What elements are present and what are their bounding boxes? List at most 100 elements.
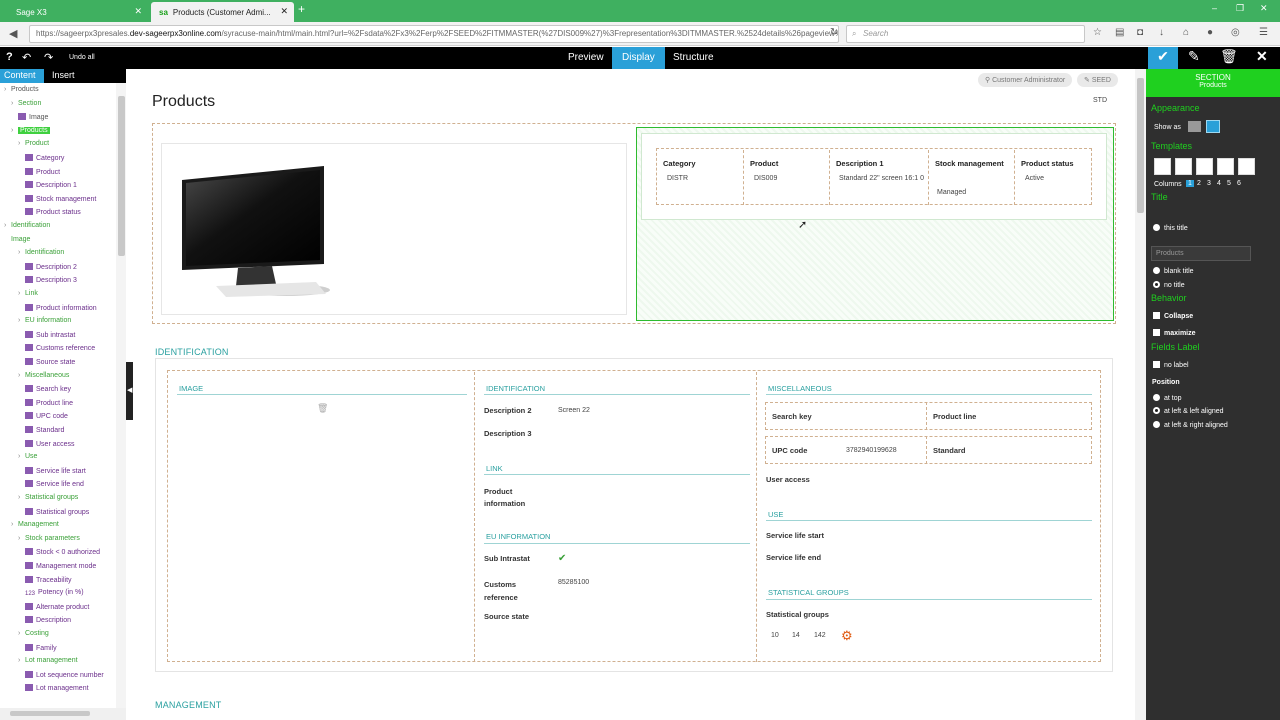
tree-node[interactable]: Product information bbox=[25, 303, 97, 316]
columns-option-6[interactable]: 6 bbox=[1237, 180, 1241, 187]
trash-icon[interactable]: 🗑 bbox=[317, 403, 328, 414]
template-2-icon[interactable] bbox=[1175, 158, 1192, 175]
tree-node[interactable]: Search key bbox=[25, 385, 71, 397]
browser-tab-products[interactable]: sa Products (Customer Admi... ✕ bbox=[151, 2, 294, 22]
tree-node[interactable]: › Lot management bbox=[18, 657, 78, 669]
folder-badge[interactable]: ✎ SEED bbox=[1077, 73, 1118, 87]
header-field[interactable]: Category DISTR bbox=[657, 150, 744, 205]
header-field[interactable]: Description 1 Standard 22" screen 16:1 0 bbox=[830, 150, 929, 205]
chevron-right-icon[interactable]: › bbox=[18, 657, 25, 664]
chevron-right-icon[interactable]: › bbox=[11, 521, 18, 528]
tree-node[interactable]: User access bbox=[25, 439, 75, 452]
tree-node[interactable]: Product line bbox=[25, 398, 73, 411]
description2-value[interactable]: Screen 22 bbox=[558, 407, 590, 414]
chat-icon[interactable]: ● bbox=[1207, 27, 1213, 38]
tree-node[interactable]: › Costing bbox=[18, 630, 49, 642]
tree-node[interactable]: Traceability bbox=[25, 575, 72, 588]
blank-title-option[interactable]: blank title bbox=[1153, 267, 1194, 275]
tree-node[interactable]: › Stock parameters bbox=[18, 535, 80, 547]
no-title-option[interactable]: no title bbox=[1153, 281, 1185, 289]
chevron-right-icon[interactable]: › bbox=[18, 630, 25, 637]
tree-node[interactable]: Category bbox=[25, 154, 64, 166]
tree-node[interactable]: Lot management bbox=[25, 684, 89, 696]
close-icon[interactable]: ✕ bbox=[1256, 48, 1268, 65]
stat-group-value[interactable]: 14 bbox=[792, 632, 800, 639]
window-close-icon[interactable]: ✕ bbox=[1260, 3, 1268, 14]
tab-content[interactable]: Content bbox=[0, 69, 44, 83]
reload-icon[interactable]: ↻ bbox=[830, 27, 838, 38]
title-input[interactable]: Products bbox=[1151, 246, 1251, 261]
pocket-icon[interactable]: ◘ bbox=[1137, 27, 1143, 38]
tree-node[interactable]: › Use bbox=[18, 453, 37, 465]
browser-tab-sage[interactable]: Sage X3 ✕ bbox=[8, 2, 148, 22]
tree-node[interactable]: Image bbox=[11, 236, 30, 248]
clipboard-icon[interactable]: ▤ bbox=[1115, 27, 1124, 38]
product-image-box[interactable] bbox=[161, 143, 627, 315]
tree-hscrollbar[interactable] bbox=[0, 708, 126, 720]
collapse-panel-handle[interactable]: ◀ bbox=[126, 362, 133, 420]
header-field[interactable]: Stock management Managed bbox=[929, 150, 1015, 205]
url-field[interactable]: https://sageerpx3presales.dev-sageerpx3o… bbox=[29, 25, 839, 43]
tree-node[interactable]: 123 Potency (in %) bbox=[25, 589, 84, 601]
tree-node[interactable]: Management mode bbox=[25, 562, 96, 574]
edit-check-icon[interactable]: ✎ bbox=[1188, 48, 1200, 65]
tree-node[interactable]: Alternate product bbox=[25, 602, 89, 615]
stat-group-value[interactable]: 142 bbox=[814, 632, 826, 639]
tree-node[interactable]: Lot sequence number bbox=[25, 670, 104, 683]
chevron-right-icon[interactable]: › bbox=[18, 140, 25, 147]
template-1-icon[interactable] bbox=[1154, 158, 1171, 175]
maximize-checkbox[interactable]: maximize bbox=[1153, 329, 1196, 337]
tree-node[interactable]: › Link bbox=[18, 290, 38, 302]
close-icon[interactable]: ✕ bbox=[280, 6, 288, 17]
tree-node[interactable]: Description bbox=[25, 616, 71, 628]
main-scroll-thumb[interactable] bbox=[1137, 78, 1144, 213]
collapse-checkbox[interactable]: Collapse bbox=[1153, 312, 1193, 320]
role-badge[interactable]: ⚲ Customer Administrator bbox=[978, 73, 1073, 87]
tree-node[interactable]: Description 3 bbox=[25, 276, 77, 288]
maximize-icon[interactable]: ❐ bbox=[1236, 3, 1244, 14]
at-top-option[interactable]: at top bbox=[1153, 394, 1182, 402]
chevron-right-icon[interactable]: › bbox=[18, 317, 25, 324]
tree-node[interactable]: › EU information bbox=[18, 317, 71, 329]
columns-option-3[interactable]: 3 bbox=[1207, 180, 1211, 187]
chevron-right-icon[interactable]: › bbox=[4, 222, 11, 229]
tree-node[interactable]: Stock < 0 authorized bbox=[25, 548, 100, 560]
chevron-right-icon[interactable]: › bbox=[4, 86, 11, 93]
columns-option-4[interactable]: 4 bbox=[1217, 180, 1221, 187]
tree-node[interactable]: Description 2 bbox=[25, 262, 77, 275]
upc-code-value[interactable]: 3782940199628 bbox=[846, 447, 897, 454]
tree-node[interactable]: Statistical groups bbox=[25, 507, 89, 520]
chevron-right-icon[interactable]: › bbox=[18, 535, 25, 542]
no-label-checkbox[interactable]: no label bbox=[1153, 361, 1189, 369]
tree-node[interactable]: › Identification bbox=[4, 222, 50, 234]
at-left-left-option[interactable]: at left & left aligned bbox=[1153, 407, 1224, 415]
hscroll-thumb[interactable] bbox=[10, 711, 90, 716]
header-field[interactable]: Product status Active bbox=[1015, 150, 1092, 205]
minimize-icon[interactable]: – bbox=[1212, 3, 1217, 13]
tree-node[interactable]: Family bbox=[25, 643, 57, 656]
tree-node[interactable]: UPC code bbox=[25, 412, 68, 424]
this-title-option[interactable]: this title bbox=[1153, 224, 1188, 232]
columns-option-2[interactable]: 2 bbox=[1197, 180, 1201, 187]
tree-node[interactable]: Customs reference bbox=[25, 344, 95, 356]
close-icon[interactable]: ✕ bbox=[134, 6, 142, 17]
tree-node[interactable]: Service life end bbox=[25, 480, 84, 492]
chevron-right-icon[interactable]: › bbox=[18, 290, 25, 297]
customs-reference-value[interactable]: 85285100 bbox=[558, 579, 589, 586]
tree-scroll-thumb[interactable] bbox=[118, 96, 125, 256]
stat-group-value[interactable]: 10 bbox=[771, 632, 779, 639]
tree-node[interactable]: › Section bbox=[11, 100, 41, 112]
tab-insert[interactable]: Insert bbox=[52, 69, 75, 83]
help-icon[interactable]: ? bbox=[6, 51, 13, 63]
check-icon[interactable]: ✔ bbox=[558, 553, 566, 564]
tab-preview[interactable]: Preview bbox=[558, 47, 614, 69]
chevron-right-icon[interactable]: › bbox=[18, 494, 25, 501]
tree-node[interactable]: › Statistical groups bbox=[18, 494, 78, 506]
tree-node[interactable]: Image bbox=[18, 113, 48, 125]
tree-node[interactable]: › Miscellaneous bbox=[18, 372, 69, 384]
trash-icon[interactable]: 🗑 bbox=[1220, 48, 1238, 65]
tree-node[interactable]: › Products bbox=[4, 86, 39, 98]
tree-node[interactable]: Description 1 bbox=[25, 181, 77, 193]
tree-node[interactable]: Standard bbox=[25, 426, 64, 438]
list-view-icon[interactable] bbox=[1206, 120, 1220, 133]
